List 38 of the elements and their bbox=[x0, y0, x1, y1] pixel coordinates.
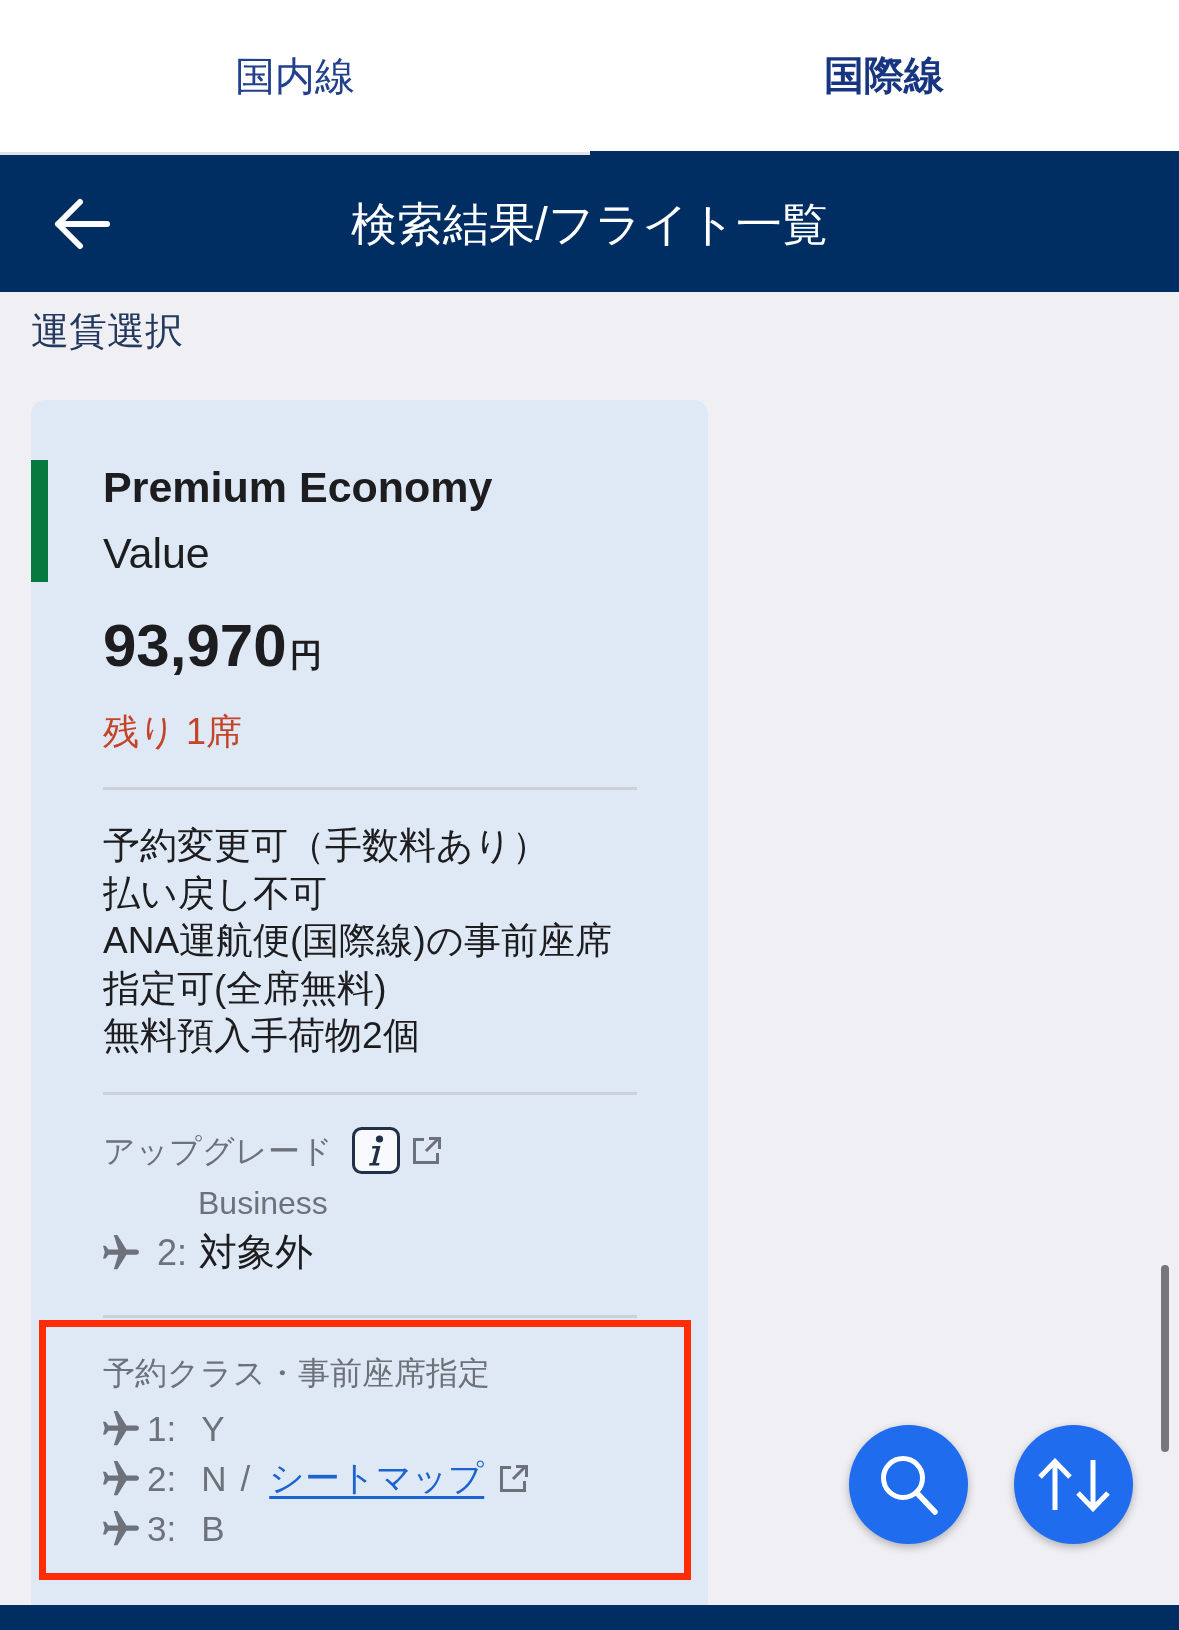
segment-number: 1: bbox=[147, 1408, 177, 1449]
sort-button[interactable] bbox=[1014, 1425, 1133, 1544]
segment-number: 3: bbox=[147, 1508, 177, 1549]
back-button[interactable] bbox=[54, 197, 110, 250]
segment-number: 2: bbox=[157, 1231, 188, 1274]
price-amount: 93,970 bbox=[103, 611, 287, 681]
segment-number: 2: bbox=[147, 1458, 177, 1499]
fare-type: Value bbox=[103, 528, 211, 579]
fare-condition: 払い戻し不可 bbox=[103, 871, 328, 916]
back-arrow-icon bbox=[54, 197, 110, 250]
currency-unit: 円 bbox=[289, 636, 322, 675]
upgrade-label: アップグレード bbox=[103, 1131, 333, 1171]
plane-icon bbox=[103, 1410, 139, 1447]
search-icon bbox=[879, 1454, 938, 1515]
booking-class: N bbox=[201, 1458, 227, 1499]
search-button[interactable] bbox=[849, 1425, 968, 1544]
external-link-icon[interactable] bbox=[498, 1463, 531, 1494]
fare-condition: 無料預入手荷物2個 bbox=[103, 1014, 421, 1058]
external-link-icon[interactable] bbox=[411, 1135, 443, 1166]
fare-class-name: Premium Economy bbox=[103, 462, 493, 513]
booking-class: Y bbox=[201, 1408, 225, 1449]
page-title: 検索結果/フライト一覧 bbox=[351, 196, 828, 252]
fare-condition: 予約変更可（手数料あり） bbox=[103, 824, 550, 868]
fare-card[interactable]: Premium Economy Value 93,970 円 残り 1席 予約変更可（手数料あり） 払い戻し不可 ANA運航便(国際線)の事前座席指定可(全席無料) 無料預入手荷物2個 アップグレード Business 2: 対象外 予約クラス・事前座席指定 1: Y 2: N / シートマップ 3: B bbox=[31, 400, 708, 1605]
seats-remaining: 残り 1席 bbox=[103, 710, 244, 754]
fare-condition: ANA運航便(国際線)の事前座席指定可(全席無料) bbox=[103, 919, 613, 1011]
separator-text: / bbox=[240, 1458, 251, 1499]
upgrade-cabin: Business bbox=[198, 1183, 329, 1223]
seat-map-link[interactable]: シートマップ bbox=[269, 1455, 485, 1502]
booking-label: 予約クラス・事前座席指定 bbox=[103, 1353, 491, 1393]
booking-class: B bbox=[201, 1508, 225, 1549]
up-down-arrows-icon bbox=[1036, 1457, 1111, 1512]
info-icon[interactable] bbox=[352, 1127, 400, 1174]
plane-icon bbox=[103, 1234, 139, 1271]
section-title: 運賃選択 bbox=[30, 309, 184, 354]
plane-icon bbox=[103, 1460, 139, 1497]
plane-icon bbox=[103, 1510, 139, 1547]
upgrade-status: 対象外 bbox=[199, 1230, 314, 1275]
